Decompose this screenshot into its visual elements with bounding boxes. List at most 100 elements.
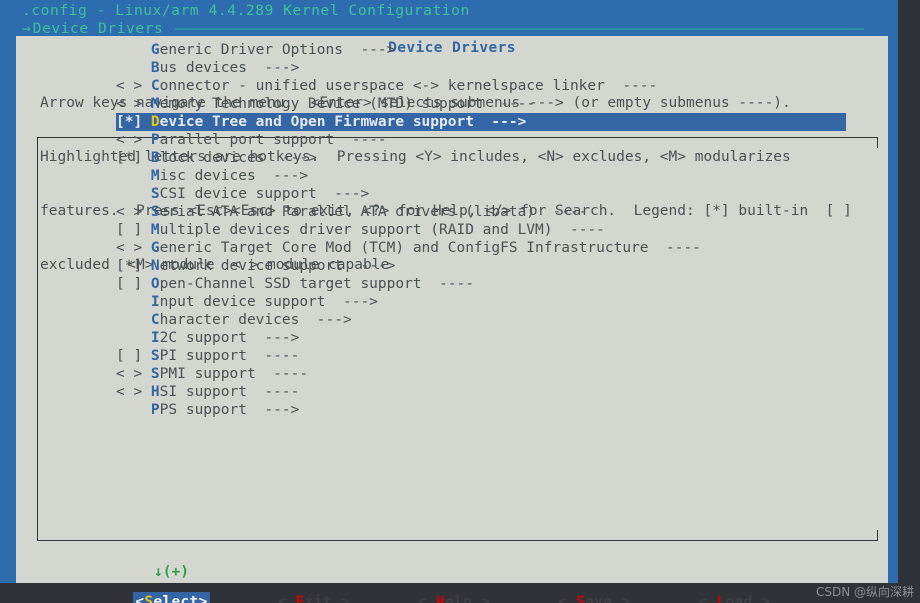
menu-item[interactable]: < > HSI support ---- <box>116 383 846 401</box>
button-bracket-left: < <box>277 594 296 603</box>
menu-item-marker: < > <box>116 366 151 382</box>
window-title: .config - Linux/arm 4.4.289 Kernel Confi… <box>22 3 470 19</box>
menu-item[interactable]: < > Memory Technology Device (MTD) suppo… <box>116 95 846 113</box>
menuconfig-screen: .config - Linux/arm 4.4.289 Kernel Confi… <box>0 0 920 603</box>
menu-item-label: erial ATA and Parallel ATA drivers (liba… <box>159 204 536 220</box>
exit-button[interactable]: < Exit > <box>278 592 350 603</box>
menu-item[interactable]: < > Connector - unified userspace <-> ke… <box>116 77 846 95</box>
menu-item-hotkey: C <box>150 312 160 328</box>
menu-item-label: pen-Channel SSD target support <box>159 276 422 292</box>
menu-item-marker <box>116 312 151 328</box>
menu-item-hotkey: H <box>150 384 160 400</box>
menu-item[interactable]: [ ] Open-Channel SSD target support ---- <box>116 275 846 293</box>
menu-item[interactable]: Input device support ---> <box>116 293 846 311</box>
menu-item-submenu-arrow: ---> <box>246 330 300 346</box>
menu-item-label: etwork device support <box>159 258 343 274</box>
menu-item[interactable]: PPS support ---> <box>116 401 846 419</box>
menu-item-marker: [ ] <box>116 348 151 364</box>
menu-item[interactable]: SCSI device support ---> <box>116 185 846 203</box>
menu-item[interactable]: < > Generic Target Core Mod (TCM) and Co… <box>116 239 846 257</box>
menu-item-hotkey: S <box>150 186 160 202</box>
menu-item-label: CSI device support <box>159 186 317 202</box>
button-label: oad <box>725 594 753 603</box>
menu-item-submenu-arrow: ---- <box>334 132 387 148</box>
menu-item[interactable]: < > Serial ATA and Parallel ATA drivers … <box>116 203 846 221</box>
menu-item-hotkey: P <box>150 402 160 418</box>
menu-item-marker: < > <box>116 204 151 220</box>
menu-item-marker <box>116 168 151 184</box>
menu-item[interactable]: I2C support ---> <box>116 329 846 347</box>
menu-item-hotkey: D <box>150 114 160 130</box>
menu-item[interactable]: Generic Driver Options ---> <box>116 41 846 59</box>
button-bracket-right: > <box>331 594 350 603</box>
menu-item-marker <box>116 186 151 202</box>
menu-item-marker: < > <box>116 384 151 400</box>
menu-item-submenu-arrow: ---> <box>473 114 527 130</box>
menu-item-marker: [*] <box>116 114 151 130</box>
menu-item-hotkey: S <box>150 366 160 382</box>
menu-item-label: PI support <box>159 348 247 364</box>
breadcrumb-rule <box>175 28 864 30</box>
menu-item[interactable]: [*] Network device support ---> <box>116 257 846 275</box>
menu-item-hotkey: P <box>150 132 160 148</box>
menu-item[interactable]: Character devices ---> <box>116 311 846 329</box>
frame-edge <box>876 138 878 148</box>
menu-item-selected[interactable]: [*] Device Tree and Open Firmware suppor… <box>116 113 846 131</box>
menu-item[interactable]: Misc devices ---> <box>116 167 846 185</box>
menu-item-hotkey: B <box>150 60 160 76</box>
menu-item-label: 2C support <box>159 330 247 346</box>
menu-item-marker <box>116 42 151 58</box>
button-bracket-left: < <box>558 594 577 603</box>
menu-item-hotkey: S <box>150 204 160 220</box>
menu-item[interactable]: Bus devices ---> <box>116 59 846 77</box>
frame-edge <box>876 530 878 540</box>
menu-item-label: onnector - unified userspace <-> kernels… <box>159 78 605 94</box>
menu-item-label: eneric Driver Options <box>159 42 343 58</box>
button-label: elp <box>444 594 473 603</box>
watermark: CSDN @纵向深耕 <box>815 585 914 599</box>
menu-item-submenu-arrow: ---> <box>342 42 396 58</box>
button-hotkey: S <box>576 594 586 603</box>
button-bar[interactable]: <Select> < Exit > < Help > < Save > < Load > <box>16 592 888 603</box>
menu-item[interactable]: < > SPMI support ---- <box>116 365 846 383</box>
select-button[interactable]: <Select> <box>133 592 210 603</box>
menu-item-label: PMI support <box>159 366 256 382</box>
menu-item-hotkey: N <box>150 258 160 274</box>
menu-item-submenu-arrow: ---- <box>552 222 605 238</box>
help-button[interactable]: < Help > <box>418 592 490 603</box>
menu-item-marker: < > <box>116 240 151 256</box>
menu-item[interactable]: [ ] SPI support ---- <box>116 347 846 365</box>
config-dialog: Device Drivers Arrow keys navigate the m… <box>16 36 888 603</box>
save-button[interactable]: < Save > <box>558 592 630 603</box>
menu-item-label: ultiple devices driver support (RAID and… <box>159 222 553 238</box>
menu-item-submenu-arrow: ---- <box>421 276 474 292</box>
menu-item-hotkey: M <box>150 96 160 112</box>
button-bracket-left: < <box>417 594 436 603</box>
menu-item-marker: [ ] <box>116 222 151 238</box>
menu-item-hotkey: G <box>150 42 160 58</box>
menu-item-label: SI support <box>159 384 247 400</box>
menu-item-label: arallel port support <box>159 132 335 148</box>
menu-item-submenu-arrow: ---- <box>482 96 536 112</box>
menu-item-marker <box>116 294 151 310</box>
load-button[interactable]: < Load > <box>698 592 770 603</box>
menu-item[interactable]: < > Parallel port support ---- <box>116 131 846 149</box>
menu-item-marker <box>116 330 151 346</box>
menu-item-hotkey: I <box>150 330 160 346</box>
menu-item-submenu-arrow: ---- <box>604 78 658 94</box>
button-bracket-left: < <box>698 594 717 603</box>
menu-item-hotkey: I <box>150 294 160 310</box>
menu-item-marker: < > <box>116 132 151 148</box>
menu-item-hotkey: M <box>150 168 160 184</box>
menu-item[interactable]: [*] Block devices ---> <box>116 149 846 167</box>
menu-item-label: PS support <box>159 402 247 418</box>
button-bracket-right: > <box>198 594 208 603</box>
menu-item-label: evice Tree and Open Firmware support <box>159 114 474 130</box>
menu-item-marker: [ ] <box>116 276 151 292</box>
menu-item-submenu-arrow: ---> <box>316 186 370 202</box>
menu-item[interactable]: [ ] Multiple devices driver support (RAI… <box>116 221 846 239</box>
menu-item-label: eneric Target Core Mod (TCM) and ConfigF… <box>159 240 649 256</box>
menu-list[interactable]: Generic Driver Options ---> Bus devices … <box>116 41 846 419</box>
button-hotkey: H <box>435 594 445 603</box>
scroll-more-indicator: ↓(+) <box>154 564 189 580</box>
